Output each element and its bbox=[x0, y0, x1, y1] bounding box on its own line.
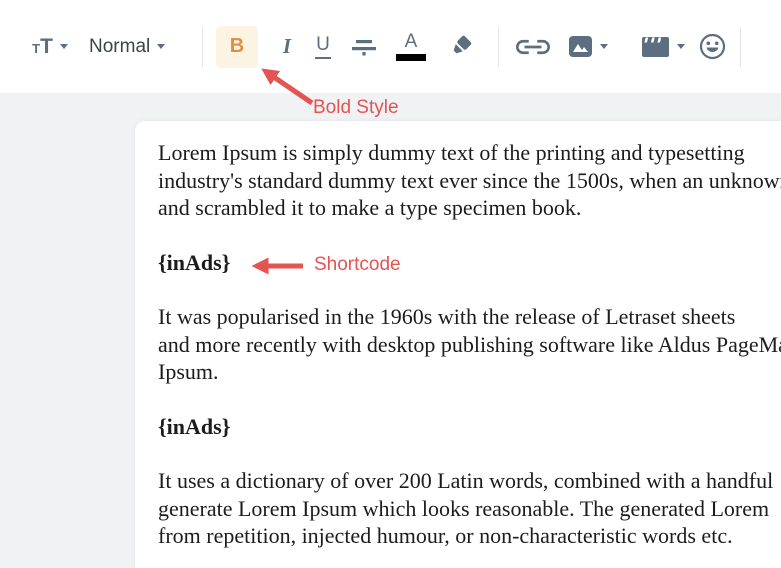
text-line: Ipsum. bbox=[158, 358, 781, 386]
inads-shortcode: {inAds} bbox=[158, 249, 781, 277]
italic-icon: I bbox=[283, 34, 291, 59]
insert-image-dropdown[interactable] bbox=[568, 26, 608, 68]
paragraph: It uses a dictionary of over 200 Latin w… bbox=[158, 467, 781, 550]
editor-canvas: Lorem Ipsum is simply dummy text of the … bbox=[0, 93, 781, 568]
paragraph-style-value: Normal bbox=[89, 36, 150, 58]
underline-button[interactable]: U bbox=[310, 26, 336, 68]
video-icon bbox=[641, 36, 670, 58]
toolbar-separator bbox=[202, 27, 203, 67]
image-icon bbox=[568, 35, 593, 58]
underline-icon: U bbox=[315, 34, 331, 59]
italic-button[interactable]: I bbox=[274, 26, 300, 68]
text-line: and scrambled it to make a type specimen… bbox=[158, 194, 781, 222]
text-line: It was popularised in the 1960s with the… bbox=[158, 303, 781, 331]
insert-link-button[interactable] bbox=[515, 26, 551, 68]
highlighter-icon bbox=[446, 34, 474, 60]
insert-video-dropdown[interactable] bbox=[641, 26, 685, 68]
inads-shortcode: {inAds} bbox=[158, 413, 781, 441]
emoji-icon bbox=[699, 33, 726, 60]
text-line: Lorem Ipsum is simply dummy text of the … bbox=[158, 139, 781, 167]
strikethrough-icon bbox=[351, 37, 377, 57]
toolbar-separator bbox=[498, 27, 499, 67]
text-line: from repetition, injected humour, or non… bbox=[158, 522, 781, 550]
chevron-down-icon bbox=[677, 44, 685, 49]
chevron-down-icon bbox=[157, 44, 165, 49]
text-line: It uses a dictionary of over 200 Latin w… bbox=[158, 467, 781, 495]
highlight-color-button[interactable] bbox=[445, 26, 475, 68]
bold-icon: B bbox=[230, 35, 244, 58]
paragraph: It was popularised in the 1960s with the… bbox=[158, 303, 781, 386]
text-color-icon: A bbox=[405, 32, 418, 52]
chevron-down-icon bbox=[600, 44, 608, 49]
text-line: generate Lorem Ipsum which looks reasona… bbox=[158, 495, 781, 523]
formatting-toolbar: T T Normal B I U A bbox=[0, 0, 781, 93]
document-content-area[interactable]: Lorem Ipsum is simply dummy text of the … bbox=[135, 121, 781, 568]
text-line: and more recently with desktop publishin… bbox=[158, 331, 781, 359]
strikethrough-button[interactable] bbox=[349, 26, 379, 68]
text-line: industry's standard dummy text ever sinc… bbox=[158, 167, 781, 195]
paragraph-style-dropdown[interactable]: Normal bbox=[89, 26, 185, 68]
toolbar-separator bbox=[740, 27, 741, 67]
font-size-dropdown[interactable]: T T bbox=[26, 26, 74, 68]
insert-emoji-button[interactable] bbox=[698, 26, 726, 68]
bold-button[interactable]: B bbox=[216, 26, 258, 68]
font-size-icon: T bbox=[32, 41, 40, 56]
link-icon bbox=[516, 38, 550, 56]
editor-app: T T Normal B I U A bbox=[0, 0, 781, 568]
text-color-button[interactable]: A bbox=[394, 26, 428, 68]
paragraph: Lorem Ipsum is simply dummy text of the … bbox=[158, 139, 781, 222]
text-color-swatch bbox=[396, 54, 426, 61]
chevron-down-icon bbox=[60, 44, 68, 49]
